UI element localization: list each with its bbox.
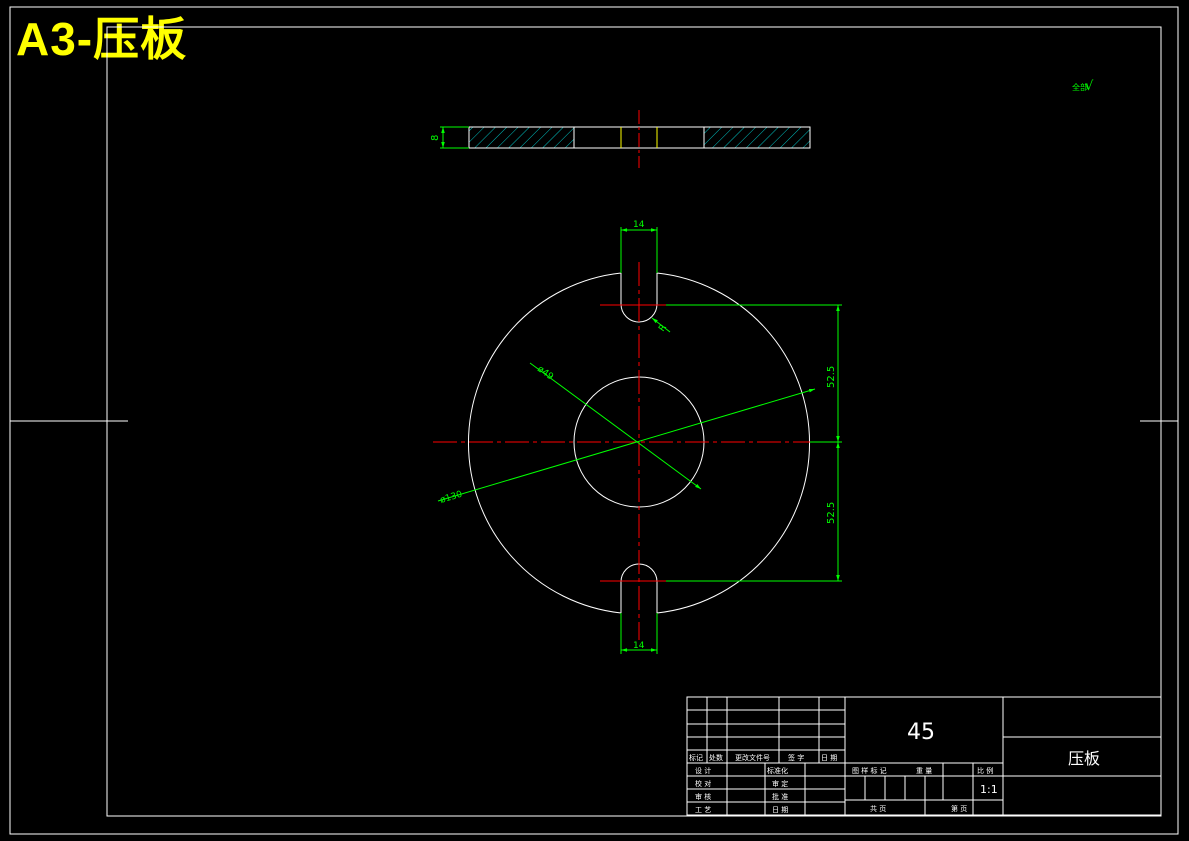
rev-header-mark: 标记: [689, 753, 703, 762]
thickness-dim-text: 8: [430, 135, 441, 141]
header-scale: 比 例: [977, 766, 993, 775]
mid-label-date: 日 期: [772, 806, 788, 814]
rev-header-date: 日 期: [821, 754, 837, 762]
part-name: 压板: [1068, 749, 1100, 768]
side-view-hatch-left: [468, 126, 575, 149]
outer-diameter-leader: [437, 388, 816, 502]
header-drawing-mark: 图 样 标 记: [852, 766, 887, 775]
roughness-symbol: √: [1085, 79, 1094, 94]
front-view: 14 14 R 52.5 52.5 ø49 ø130: [433, 220, 842, 654]
row-label-review: 审 核: [695, 792, 711, 801]
rev-header-sign: 签 字: [788, 753, 804, 762]
material-value: 45: [907, 720, 935, 745]
sheet-number: 第 页: [951, 804, 967, 813]
side-view-hatch-right: [703, 126, 811, 149]
drawing-sheet: 全部 √ 8 14 14 R 52.5 52.5 ø49 ø130 45 压板 …: [9, 6, 1179, 835]
mid-label-authorize: 批 准: [772, 792, 788, 801]
header-weight: 重 量: [916, 767, 932, 775]
outer-diameter-text: ø130: [439, 490, 464, 506]
rev-header-count: 处数: [709, 753, 723, 762]
rev-header-doc: 更改文件号: [735, 753, 770, 762]
lower-offset-dim-text: 52.5: [826, 502, 837, 524]
side-view-section: 8: [430, 110, 811, 168]
bottom-width-dim-text: 14: [633, 641, 645, 651]
row-label-design: 设 计: [695, 766, 711, 775]
scale-value: 1:1: [980, 783, 998, 796]
radius-dim-text: R: [657, 323, 669, 334]
mid-label-approve: 审 定: [772, 779, 788, 788]
mid-label-standard: 标准化: [767, 766, 788, 775]
surface-roughness-note: 全部 √: [1072, 79, 1094, 94]
row-label-process: 工 艺: [695, 806, 711, 814]
top-width-dim-text: 14: [633, 220, 645, 230]
upper-offset-dim-text: 52.5: [826, 366, 837, 388]
row-label-check: 校 对: [695, 779, 711, 788]
sheet-total: 共 页: [870, 804, 886, 813]
